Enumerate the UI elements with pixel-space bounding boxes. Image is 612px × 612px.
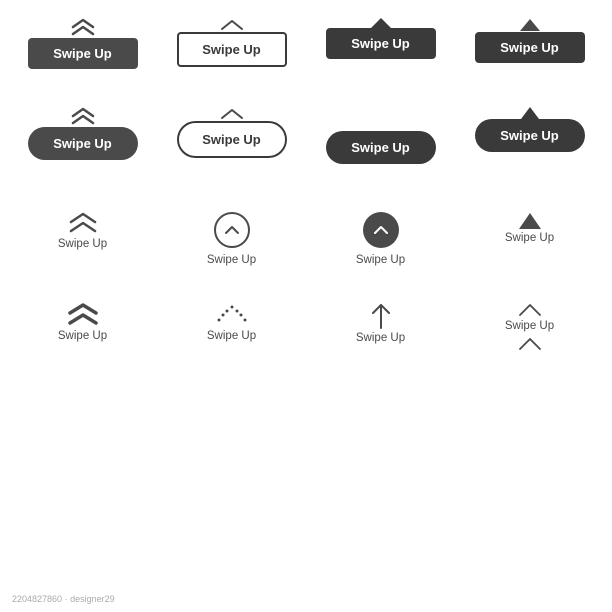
cell-icon-chevron-double-standalone: Swipe Up xyxy=(8,206,157,276)
swipe-label-3-4: Swipe Up xyxy=(505,232,554,244)
swipe-label-3-1: Swipe Up xyxy=(58,238,107,250)
dots-chevron-icon xyxy=(215,302,249,328)
thin-chevron-bottom-icon xyxy=(517,336,543,352)
cell-pill-dark-plain: Swipe Up xyxy=(306,101,455,174)
chevron-double-icon xyxy=(69,18,97,38)
cell-icon-dots-chevron: Swipe Up xyxy=(157,296,306,362)
swipe-up-rect-dark-notch-button[interactable]: Swipe Up xyxy=(326,28,436,59)
circle-filled-chevron-icon[interactable] xyxy=(363,212,399,248)
bold-double-chevron-icon xyxy=(66,302,100,328)
swipe-up-rect-filled-button[interactable]: Swipe Up xyxy=(28,38,138,69)
notch-button-wrapper: Swipe Up xyxy=(326,18,436,59)
cell-rect-dark-triangle: Swipe Up xyxy=(455,12,604,79)
swipe-up-rect-dark-button[interactable]: Swipe Up xyxy=(475,32,585,63)
swipe-label-4-2: Swipe Up xyxy=(207,330,256,342)
swipe-up-pill-dark-button[interactable]: Swipe Up xyxy=(326,131,436,164)
cell-icon-thin-chevron-below: Swipe Up xyxy=(455,296,604,362)
swipe-up-rect-outline-button[interactable]: Swipe Up xyxy=(177,32,287,67)
cell-rect-dark-notch: Swipe Up xyxy=(306,12,455,79)
cell-rect-outline-chevron-single: Swipe Up xyxy=(157,12,306,79)
triangle-small-icon xyxy=(519,18,541,32)
cell-pill-filled-chevron-double: Swipe Up xyxy=(8,101,157,174)
swipe-up-pill-outline-button[interactable]: Swipe Up xyxy=(177,121,287,158)
cell-rect-filled-chevron-double: Swipe Up xyxy=(8,12,157,79)
cell-pill-dark-notch: Swipe Up xyxy=(455,101,604,174)
row4-more-icons: Swipe Up Swipe Up Swipe Up xyxy=(8,296,604,362)
cell-icon-triangle-small: Swipe Up xyxy=(455,206,604,276)
swipe-label-3-3: Swipe Up xyxy=(356,254,405,266)
notch-triangle-icon xyxy=(371,18,391,28)
arrow-up-icon xyxy=(370,302,392,330)
swipe-label-4-1: Swipe Up xyxy=(58,330,107,342)
chevron-single-pill-icon xyxy=(218,107,246,121)
swipe-up-pill-filled-button[interactable]: Swipe Up xyxy=(28,127,138,160)
pill-notch-wrapper: Swipe Up xyxy=(475,107,585,152)
row1-rect-buttons: Swipe Up Swipe Up Swipe Up Swipe Up xyxy=(8,12,604,79)
cell-icon-circle-outline: Swipe Up xyxy=(157,206,306,276)
swipe-label-4-4: Swipe Up xyxy=(505,320,554,332)
chevron-double-pill-icon xyxy=(69,107,97,127)
chevron-double-standalone-icon xyxy=(67,212,99,236)
triangle-small-standalone-icon xyxy=(518,212,542,230)
cell-icon-arrow-up: Swipe Up xyxy=(306,296,455,362)
chevron-single-icon xyxy=(218,18,246,32)
swipe-up-pill-dark-notch-button[interactable]: Swipe Up xyxy=(475,119,585,152)
swipe-label-3-2: Swipe Up xyxy=(207,254,256,266)
cell-icon-circle-filled: Swipe Up xyxy=(306,206,455,276)
chevron-in-filled-circle-icon xyxy=(373,224,389,236)
circle-outline-chevron-icon[interactable] xyxy=(214,212,250,248)
cell-pill-outline-chevron-single: Swipe Up xyxy=(157,101,306,174)
thin-chevron-top-icon xyxy=(517,302,543,318)
swipe-label-4-3: Swipe Up xyxy=(356,332,405,344)
watermark-text: 2204827860 · designer29 xyxy=(12,594,115,604)
triangle-notch-pill-icon xyxy=(521,107,539,119)
chevron-in-circle-icon xyxy=(224,224,240,236)
row2-pill-buttons: Swipe Up Swipe Up Swipe Up Swipe Up xyxy=(8,101,604,174)
cell-icon-bold-double-chevron: Swipe Up xyxy=(8,296,157,362)
row3-icon-buttons: Swipe Up Swipe Up Swipe Up S xyxy=(8,206,604,276)
